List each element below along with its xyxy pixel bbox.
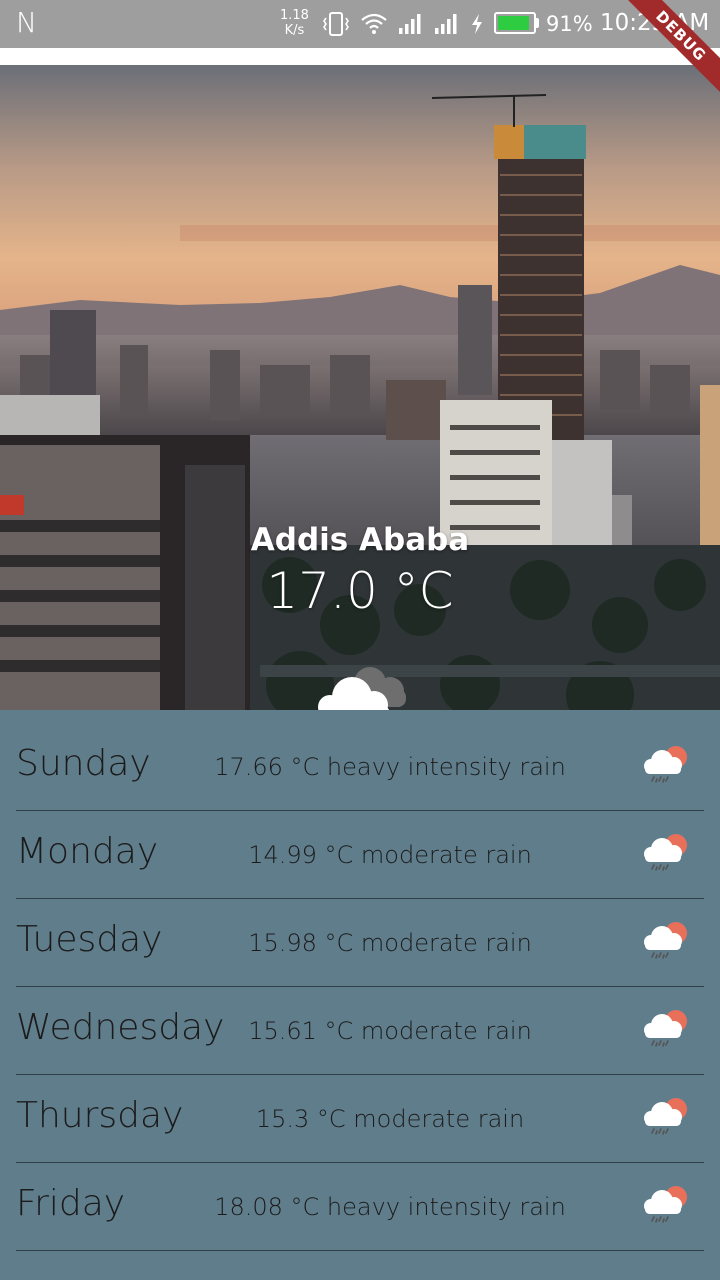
forecast-summary: 15.61 °C moderate rain — [248, 1017, 532, 1045]
cloud-icon — [318, 667, 406, 710]
app-bar — [0, 48, 720, 65]
current-temperature: 17.0 °C — [266, 562, 454, 620]
forecast-row[interactable]: Thursday 15.3 °C moderate rain — [16, 1075, 704, 1163]
forecast-day: Tuesday — [16, 919, 163, 960]
forecast-day: Thursday — [16, 1095, 184, 1136]
forecast-day: Friday — [16, 1183, 126, 1224]
sun-cloud-rain-icon — [642, 919, 688, 964]
sun-cloud-rain-icon — [642, 1095, 688, 1140]
forecast-day: Monday — [16, 831, 159, 872]
forecast-summary: 18.08 °C heavy intensity rain — [214, 1193, 566, 1221]
forecast-list[interactable]: Sunday 17.66 °C heavy intensity rain Mon… — [0, 723, 720, 1251]
battery-icon — [494, 12, 536, 34]
forecast-row[interactable]: Friday 18.08 °C heavy intensity rain — [16, 1163, 704, 1251]
hero-city-image: Addis Ababa 17.0 °C — [0, 65, 720, 710]
status-icons — [322, 10, 484, 38]
forecast-summary: 14.99 °C moderate rain — [248, 841, 532, 869]
sun-cloud-rain-icon — [642, 1007, 688, 1052]
forecast-row[interactable]: Wednesday 15.61 °C moderate rain — [16, 987, 704, 1075]
vibrate-icon — [323, 12, 349, 36]
sun-cloud-rain-icon — [642, 1183, 688, 1228]
forecast-row[interactable]: Sunday 17.66 °C heavy intensity rain — [16, 723, 704, 811]
sun-cloud-rain-icon — [642, 831, 688, 876]
battery-percent: 91% — [546, 12, 593, 36]
city-name: Addis Ababa — [250, 522, 470, 558]
signal-icon — [399, 14, 421, 34]
status-bar: N 1.18 K/s 91% 10:25 AM — [0, 0, 720, 48]
forecast-summary: 15.98 °C moderate rain — [248, 929, 532, 957]
wifi-icon — [361, 13, 387, 34]
forecast-row[interactable]: Tuesday 15.98 °C moderate rain — [16, 899, 704, 987]
charging-icon — [472, 14, 482, 34]
forecast-day: Sunday — [16, 743, 151, 784]
signal-icon — [435, 14, 457, 34]
network-speed: 1.18 K/s — [280, 8, 309, 38]
forecast-row[interactable]: Monday 14.99 °C moderate rain — [16, 811, 704, 899]
forecast-summary: 15.3 °C moderate rain — [255, 1105, 525, 1133]
forecast-summary: 17.66 °C heavy intensity rain — [214, 753, 566, 781]
sun-cloud-rain-icon — [642, 743, 688, 788]
notification-letter: N — [16, 6, 37, 39]
